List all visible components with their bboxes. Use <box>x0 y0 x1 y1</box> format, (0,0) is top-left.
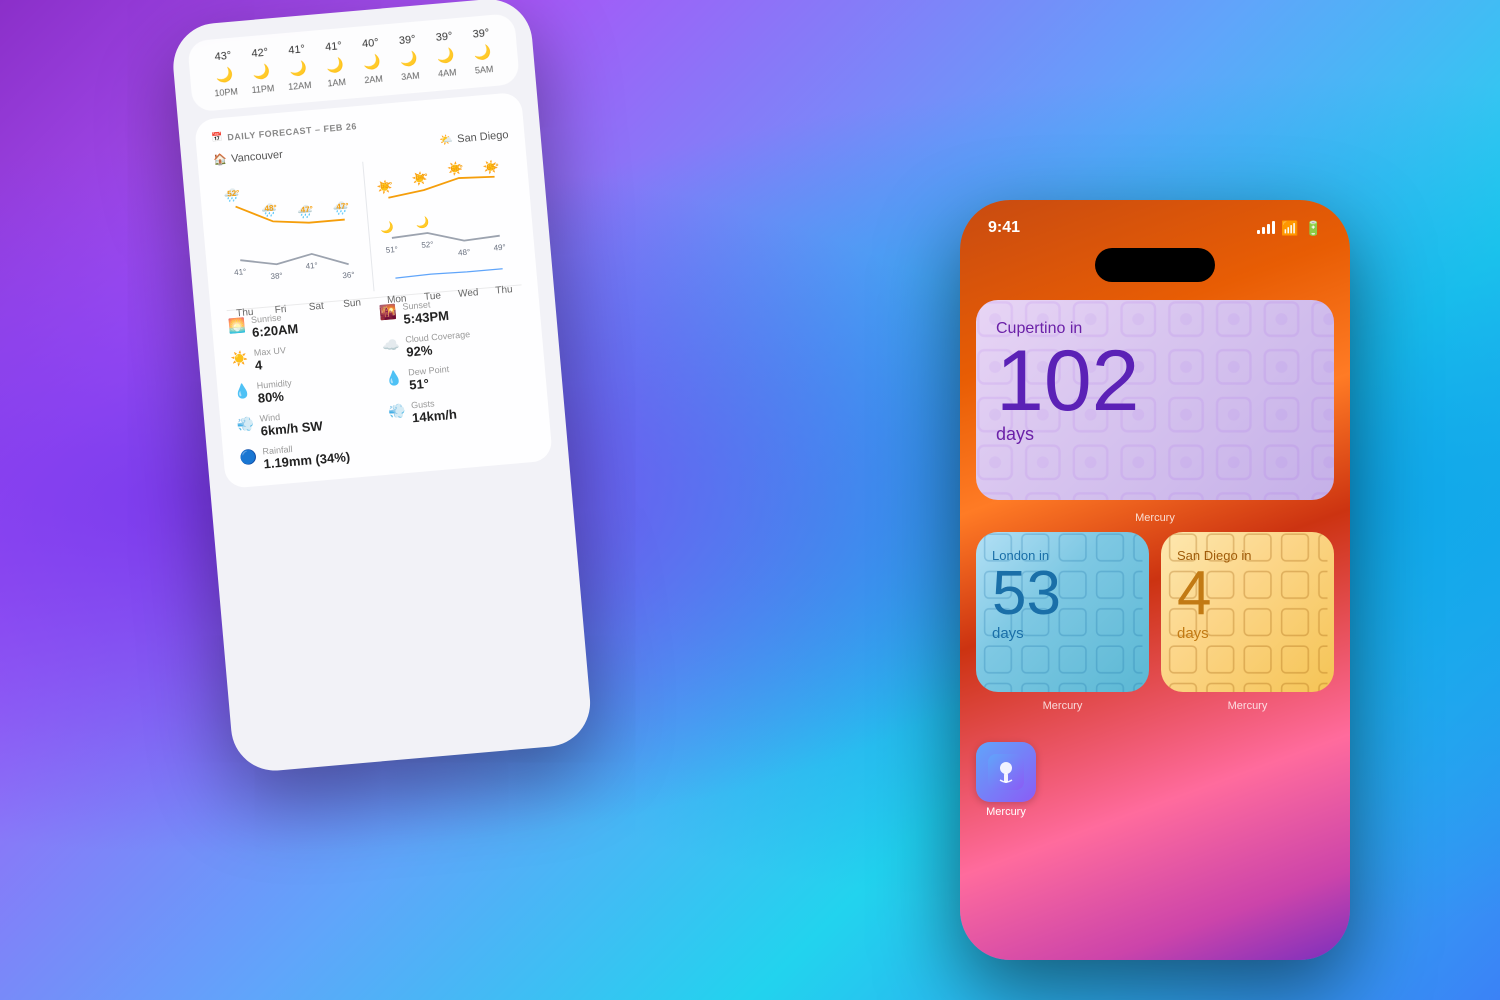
humidity-detail: 💧 Humidity 80% <box>233 370 379 407</box>
svg-text:47°: 47° <box>300 205 313 215</box>
hour-item-5: 40° 🌙 2AM <box>352 36 393 86</box>
status-time: 9:41 <box>988 219 1020 237</box>
daily-forecast-card: 📅 DAILY FORECAST – FEB 26 🏠 Vancouver 🌤️… <box>194 92 553 489</box>
dynamic-island <box>1095 248 1215 282</box>
svg-text:66°: 66° <box>450 164 463 174</box>
large-widget[interactable]: Cupertino in 102 days <box>976 300 1334 500</box>
hour-item-6: 39° 🌙 3AM <box>388 33 429 83</box>
mercury-app[interactable]: Mercury <box>976 742 1036 818</box>
svg-text:41°: 41° <box>234 267 247 277</box>
svg-text:🌙: 🌙 <box>415 216 429 230</box>
sandiego-widget-label: Mercury <box>1228 700 1268 712</box>
svg-text:38°: 38° <box>270 271 283 281</box>
left-chart-svg: 🌧️ 🌧️ 🌧️ 🌧️ 52° 48° 47° 47° 41° 38° 41° … <box>215 162 369 304</box>
svg-text:51°: 51° <box>385 245 398 255</box>
hour-item-8: 39° 🌙 5AM <box>462 26 503 76</box>
large-widget-content: Cupertino in 102 days <box>996 320 1314 445</box>
svg-text:63°: 63° <box>379 181 392 191</box>
svg-text:47°: 47° <box>336 201 349 211</box>
weather-details: 🌅 Sunrise 6:20AM 🌇 Sunset 5:43PM ☀️ Max … <box>227 291 536 473</box>
large-widget-number: 102 <box>996 338 1314 424</box>
mercury-icon-svg <box>988 754 1024 790</box>
dewpoint-detail: 💧 Dew Point 51° <box>384 357 530 394</box>
hour-item-2: 42° 🌙 11PM <box>241 46 282 96</box>
signal-icon <box>1257 222 1275 234</box>
london-widget-label: Mercury <box>1043 700 1083 712</box>
svg-text:🌙: 🌙 <box>379 221 393 235</box>
location-left: 🏠 Vancouver <box>213 148 283 167</box>
right-chart-svg: ☀️ ☀️ ☀️ ☀️ 63° 64° 66° 65° 🌙 🌙 51° 52° … <box>367 149 521 291</box>
mercury-app-icon[interactable] <box>976 742 1036 802</box>
hour-item-3: 41° 🌙 12AM <box>278 42 319 92</box>
cloud-detail: ☁️ Cloud Coverage 92% <box>382 324 528 361</box>
london-widget[interactable]: London in 53 days <box>976 532 1149 692</box>
right-phone: 9:41 📶 🔋 <box>960 200 1350 960</box>
london-widget-number: 53 <box>992 563 1133 625</box>
large-widget-label: Mercury <box>976 512 1334 524</box>
location-right: 🌤️ San Diego <box>439 128 509 147</box>
wifi-icon: 📶 <box>1281 220 1298 237</box>
svg-text:36°: 36° <box>342 270 355 280</box>
svg-text:64°: 64° <box>415 172 428 182</box>
sandiego-widget[interactable]: San Diego in 4 days <box>1161 532 1334 692</box>
small-widgets-row: London in 53 days San Diego in <box>976 532 1334 692</box>
hour-item-1: 43° 🌙 10PM <box>204 49 245 99</box>
uv-detail: ☀️ Max UV 4 <box>230 337 376 374</box>
svg-text:48°: 48° <box>457 248 470 258</box>
widgets-area: Cupertino in 102 days Mercury L <box>960 292 1350 730</box>
battery-icon: 🔋 <box>1305 220 1322 237</box>
svg-text:41°: 41° <box>305 261 318 271</box>
status-icons: 📶 🔋 <box>1257 220 1322 237</box>
svg-text:49°: 49° <box>493 243 506 253</box>
rainfall-detail: 🔵 Rainfall 1.19mm (34%) <box>239 436 385 473</box>
sandiego-widget-number: 4 <box>1177 563 1318 625</box>
hour-item-7: 39° 🌙 4AM <box>425 30 466 80</box>
gusts-detail: 💨 Gusts 14km/h <box>387 390 533 427</box>
svg-text:65°: 65° <box>486 162 499 172</box>
hourly-row: 43° 🌙 10PM 42° 🌙 11PM 41° 🌙 12AM 41° 🌙 1… <box>204 26 503 99</box>
mercury-app-label: Mercury <box>986 806 1026 818</box>
sandiego-widget-unit: days <box>1177 625 1318 642</box>
left-phone: 43° 🌙 10PM 42° 🌙 11PM 41° 🌙 12AM 41° 🌙 1… <box>170 0 594 774</box>
svg-text:52°: 52° <box>420 240 433 250</box>
hour-item-4: 41° 🌙 1AM <box>315 39 356 89</box>
london-widget-unit: days <box>992 625 1133 642</box>
status-bar: 9:41 📶 🔋 <box>960 200 1350 244</box>
svg-text:52°: 52° <box>227 188 240 198</box>
svg-text:48°: 48° <box>264 203 277 213</box>
app-icons-row: Mercury <box>960 730 1350 818</box>
wind-detail: 💨 Wind 6km/h SW <box>236 403 382 440</box>
